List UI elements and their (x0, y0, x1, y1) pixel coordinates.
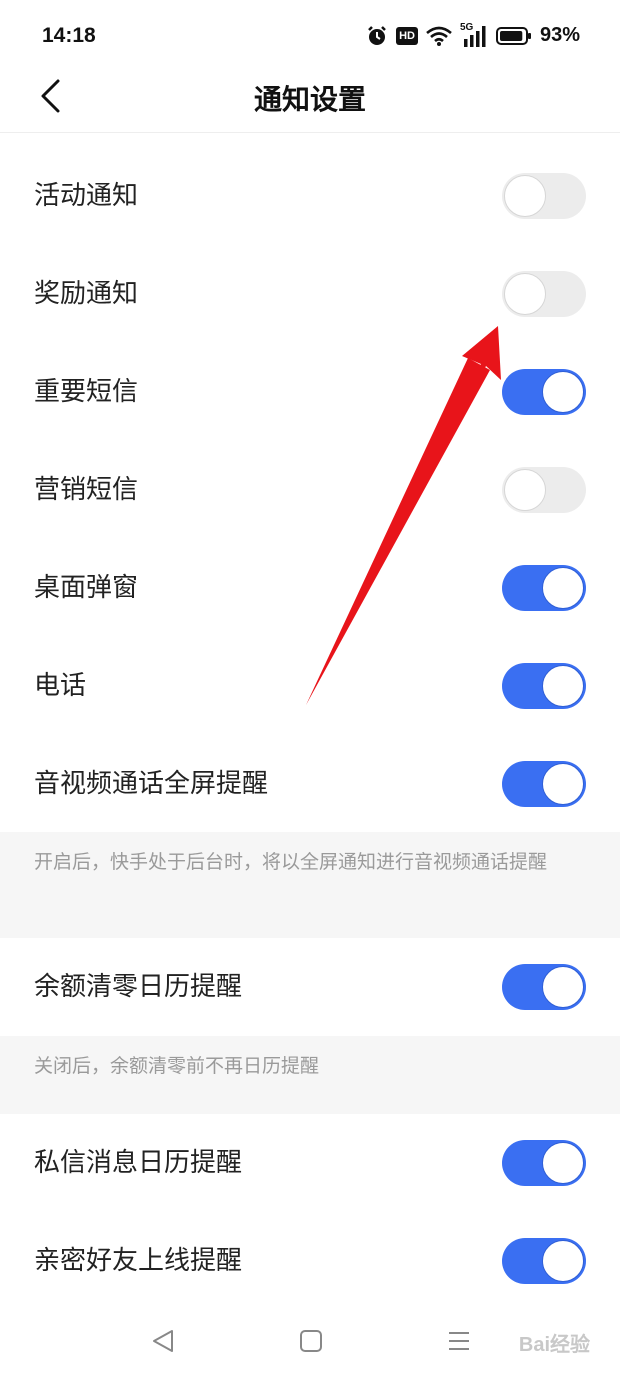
setting-row-activity: 活动通知 (0, 147, 620, 245)
status-icons: HD 5G 93% (366, 22, 580, 47)
activity-notification-toggle[interactable] (502, 173, 586, 219)
toggle-knob (542, 567, 584, 609)
setting-row-reward: 奖励通知 (0, 245, 620, 343)
battery-icon (495, 26, 532, 46)
setting-row-marketing-sms: 营销短信 (0, 441, 620, 539)
wifi-icon (426, 26, 452, 46)
status-bar: 14:18 HD 5G 93% (0, 0, 620, 76)
toggle-knob (542, 966, 584, 1008)
setting-label: 奖励通知 (34, 279, 139, 309)
balance-hint: 关闭后，余额清零前不再日历提醒 (0, 1036, 620, 1114)
toggle-knob (542, 665, 584, 707)
phone-toggle[interactable] (502, 663, 586, 709)
alarm-icon (366, 25, 388, 47)
toggle-knob (542, 763, 584, 805)
menu-lines-icon (446, 1332, 472, 1358)
setting-row-close-friend-online: 亲密好友上线提醒 (0, 1212, 620, 1310)
private-message-calendar-toggle[interactable] (502, 1140, 586, 1186)
setting-label: 亲密好友上线提醒 (34, 1246, 243, 1276)
reward-notification-toggle[interactable] (502, 271, 586, 317)
setting-row-important-sms: 重要短信 (0, 343, 620, 441)
hint-text: 开启后，快手处于后台时，将以全屏通知进行音视频通话提醒 (34, 851, 548, 873)
nav-home-button[interactable] (298, 1328, 324, 1358)
watermark: Bai经验 (519, 1328, 590, 1357)
watermark-text: Bai经验 (518, 1334, 590, 1356)
setting-row-phone: 电话 (0, 637, 620, 735)
fullscreen-call-toggle[interactable] (502, 761, 586, 807)
nav-menu-button[interactable] (446, 1328, 472, 1358)
desktop-popup-toggle[interactable] (502, 565, 586, 611)
marketing-sms-toggle[interactable] (502, 467, 586, 513)
square-home-icon (298, 1330, 324, 1358)
setting-row-balance-calendar: 余额清零日历提醒 (0, 938, 620, 1036)
toggle-knob (504, 469, 546, 511)
setting-row-desktop-popup: 桌面弹窗 (0, 539, 620, 637)
hd-badge: HD (396, 26, 418, 45)
important-sms-toggle[interactable] (502, 369, 586, 415)
setting-label: 音视频通话全屏提醒 (34, 769, 269, 799)
toggle-knob (504, 175, 546, 217)
setting-row-private-message-calendar: 私信消息日历提醒 (0, 1114, 620, 1212)
toggle-knob (542, 1142, 584, 1184)
setting-label: 余额清零日历提醒 (34, 972, 243, 1002)
toggle-knob (542, 371, 584, 413)
signal-icon: 5G (460, 22, 488, 47)
setting-label: 私信消息日历提醒 (34, 1148, 243, 1178)
setting-label: 重要短信 (34, 377, 139, 407)
setting-row-fullscreen-call: 音视频通话全屏提醒 (0, 735, 620, 833)
nav-back-button[interactable] (150, 1328, 176, 1358)
nav-header: 通知设置 (0, 76, 620, 133)
triangle-back-icon (150, 1330, 176, 1358)
setting-label: 活动通知 (34, 181, 139, 211)
toggle-knob (542, 1240, 584, 1282)
setting-label: 营销短信 (34, 475, 139, 505)
setting-label: 桌面弹窗 (34, 573, 139, 603)
fullscreen-hint: 开启后，快手处于后台时，将以全屏通知进行音视频通话提醒 (0, 832, 620, 938)
toggle-knob (504, 273, 546, 315)
setting-label: 电话 (34, 671, 87, 701)
hint-text: 关闭后，余额清零前不再日历提醒 (34, 1055, 320, 1077)
battery-percent: 93% (539, 24, 580, 46)
close-friend-online-toggle[interactable] (502, 1238, 586, 1284)
page-title: 通知设置 (253, 83, 366, 116)
status-time: 14:18 (42, 24, 96, 47)
balance-calendar-toggle[interactable] (502, 964, 586, 1010)
